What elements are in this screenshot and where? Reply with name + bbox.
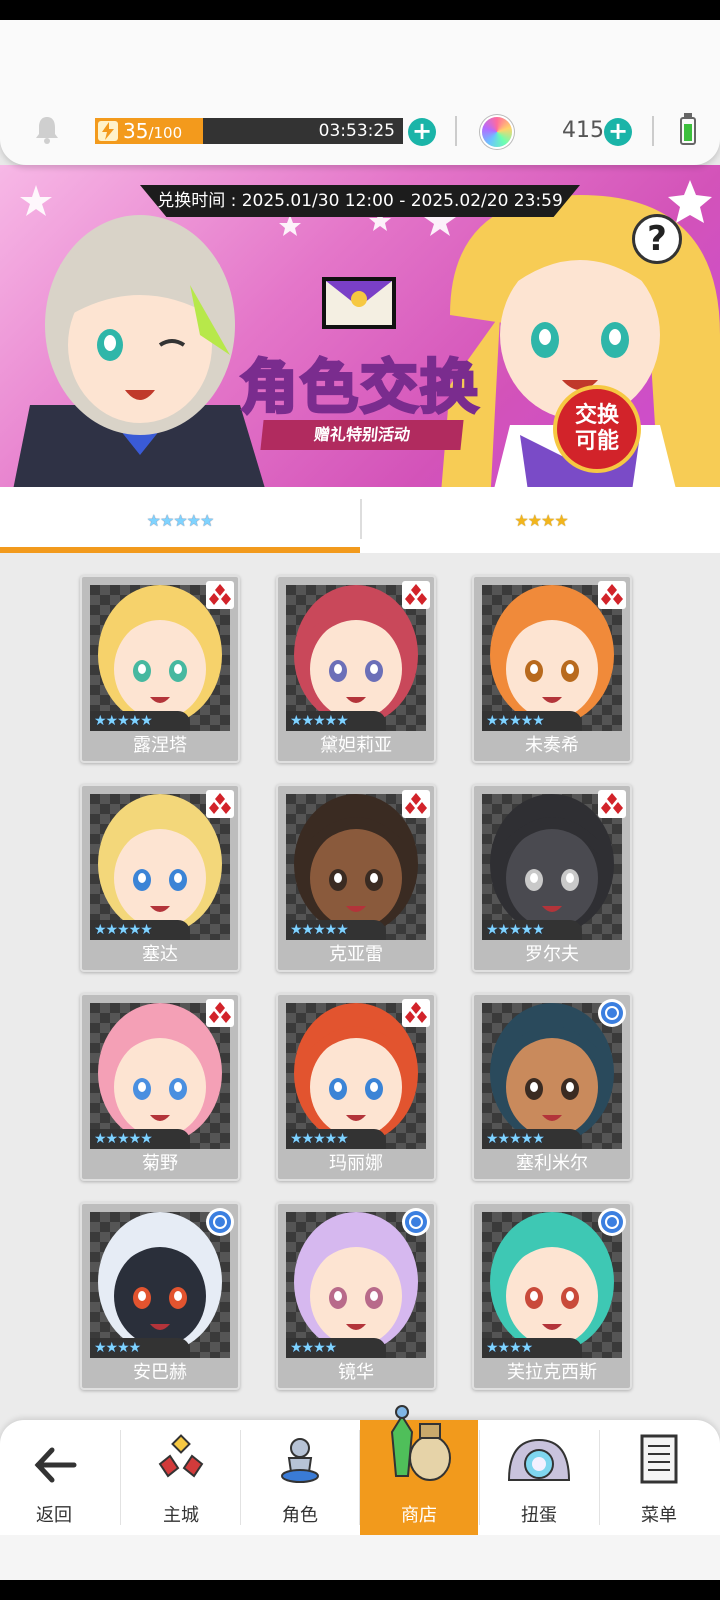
character-grid: ★★★★★ 露涅塔 ★★★★★ 黛妲莉亚 ★★★★★ 未奏希 ★★★★★ 塞达 ★★★★★ 克亚雷… (0, 553, 720, 1433)
battery-icon (680, 117, 696, 145)
nav-divider (120, 1430, 121, 1525)
star-rating: ★★★★ (482, 1338, 582, 1358)
nav-menu-label: 菜单 (641, 1505, 677, 1526)
red-diamond-icon (206, 790, 234, 818)
system-navigation-bar (0, 1580, 720, 1600)
nav-castle[interactable]: 主城 (122, 1420, 240, 1535)
lightning-icon (98, 121, 118, 141)
shop-icon (390, 1405, 451, 1481)
character-card[interactable]: ★★★★ 安巴赫 (80, 1202, 240, 1390)
character-name: 芙拉克西斯 (507, 1362, 597, 1383)
star-rating: ★★★★★ (286, 920, 386, 940)
blue-circle-icon (206, 1208, 234, 1236)
seal-line-2: 可能 (574, 429, 619, 454)
red-diamond-icon (402, 790, 430, 818)
star-rating: ★★★★★ (482, 920, 582, 940)
menu-icon (640, 1434, 678, 1484)
exchange-period: 兑换时间 : 2025.01/30 12:00 - 2025.02/20 23:… (140, 185, 580, 217)
character-name: 镜华 (338, 1362, 374, 1383)
character-card[interactable]: ★★★★★ 塞利米尔 (472, 993, 632, 1181)
character-name: 安巴赫 (133, 1362, 187, 1383)
resource-bar: 35/100 03:53:25 + 415 + (0, 20, 720, 165)
gacha-icon (507, 1438, 571, 1481)
star-rating: ★★★★★ (286, 1129, 386, 1149)
star-rating: ★★★★★ (90, 1129, 190, 1149)
character-card[interactable]: ★★★★★ 塞达 (80, 784, 240, 972)
nav-character-label: 角色 (282, 1505, 318, 1526)
gift-envelope-icon (322, 277, 396, 329)
blue-circle-icon (598, 1208, 626, 1236)
bottom-navigation: 返回 主城 角色 商店 扭蛋 菜单 (0, 1405, 720, 1535)
red-diamond-icon (402, 581, 430, 609)
tab-4-star[interactable]: ★★★★ (362, 487, 720, 553)
banner-title: 角色交换 (238, 352, 480, 423)
blue-circle-icon (598, 999, 626, 1027)
character-card[interactable]: ★★★★★ 玛丽娜 (276, 993, 436, 1181)
back-button[interactable]: 返回 (0, 1420, 108, 1535)
notification-bell-icon[interactable] (34, 115, 60, 145)
rarity-tabs: ★★★★★ ★★★★ (0, 487, 720, 553)
character-card[interactable]: ★★★★ 芙拉克西斯 (472, 1202, 632, 1390)
help-button[interactable]: ? (632, 214, 682, 264)
character-card[interactable]: ★★★★★ 克亚雷 (276, 784, 436, 972)
red-diamond-icon (206, 999, 234, 1027)
character-card[interactable]: ★★★★★ 露涅塔 (80, 575, 240, 763)
star-rating: ★★★★★ (286, 711, 386, 731)
blue-circle-icon (402, 1208, 430, 1236)
character-name: 塞利米尔 (516, 1153, 588, 1174)
star-rating: ★★★★★ (482, 1129, 582, 1149)
tab-4-star-label: ★★★★ (514, 510, 568, 530)
nav-menu[interactable]: 菜单 (600, 1420, 718, 1535)
nav-gacha[interactable]: 扭蛋 (480, 1420, 598, 1535)
red-diamond-icon (402, 999, 430, 1027)
character-name: 露涅塔 (133, 735, 187, 756)
castle-icon (158, 1434, 204, 1478)
character-card[interactable]: ★★★★★ 未奏希 (472, 575, 632, 763)
red-diamond-icon (598, 581, 626, 609)
banner-subtitle: 赠礼特别活动 (260, 420, 464, 450)
divider (455, 116, 457, 146)
energy-timer: 03:53:25 (318, 121, 395, 141)
red-diamond-icon (206, 581, 234, 609)
gem-icon (482, 117, 512, 147)
back-label: 返回 (36, 1505, 72, 1526)
nav-character[interactable]: 角色 (241, 1420, 359, 1535)
nav-castle-label: 主城 (163, 1505, 199, 1526)
character-icon (281, 1438, 319, 1483)
add-gem-button[interactable]: + (604, 118, 632, 146)
character-card[interactable]: ★★★★★ 菊野 (80, 993, 240, 1181)
tab-5-star-label: ★★★★★ (146, 510, 215, 530)
divider (652, 116, 654, 146)
nav-shop-label: 商店 (401, 1505, 437, 1526)
add-energy-button[interactable]: + (408, 118, 436, 146)
star-rating: ★★★★★ (90, 711, 190, 731)
nav-shop[interactable]: 商店 (360, 1405, 478, 1535)
character-name: 玛丽娜 (329, 1153, 383, 1174)
character-card[interactable]: ★★★★ 镜华 (276, 1202, 436, 1390)
character-name: 未奏希 (525, 735, 579, 756)
character-name: 菊野 (142, 1153, 178, 1174)
system-status-bar (0, 0, 720, 20)
star-rating: ★★★★ (90, 1338, 190, 1358)
seal-line-1: 交换 (574, 403, 619, 428)
character-name: 塞达 (142, 944, 178, 965)
character-name: 黛妲莉亚 (320, 735, 392, 756)
character-card[interactable]: ★★★★★ 罗尔夫 (472, 784, 632, 972)
tab-5-star[interactable]: ★★★★★ (0, 487, 360, 553)
energy-value: 35/100 (123, 119, 183, 143)
bottom-spacer (0, 1535, 720, 1580)
gem-count: 415 (562, 118, 604, 143)
energy-gauge: 35/100 03:53:25 (95, 118, 403, 144)
character-name: 罗尔夫 (525, 944, 579, 965)
star-rating: ★★★★ (286, 1338, 386, 1358)
character-card[interactable]: ★★★★★ 黛妲莉亚 (276, 575, 436, 763)
exchange-available-seal: 交换 可能 (553, 385, 641, 473)
app-screen: 35/100 03:53:25 + 415 + 兑换时间: 2025.01/3… (0, 20, 720, 1580)
back-arrow-icon (34, 1447, 77, 1483)
nav-gacha-label: 扭蛋 (521, 1505, 557, 1526)
red-diamond-icon (598, 790, 626, 818)
star-rating: ★★★★★ (482, 711, 582, 731)
star-rating: ★★★★★ (90, 920, 190, 940)
character-name: 克亚雷 (329, 944, 383, 965)
